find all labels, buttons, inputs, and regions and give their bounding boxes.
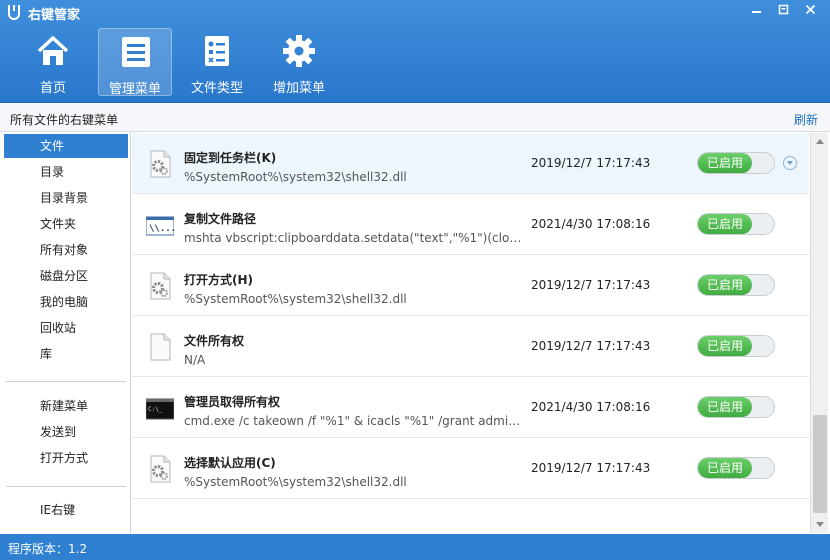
cmd-icon: C:\_	[146, 398, 174, 420]
home-icon	[37, 36, 69, 65]
gear-icon	[283, 35, 315, 67]
entry-command: mshta vbscript:clipboarddata.setdata("te…	[184, 231, 524, 245]
entry-command: cmd.exe /c takeown /f "%1" & icacls "%1"…	[184, 414, 524, 428]
dll-gear-icon	[150, 150, 171, 178]
enable-toggle[interactable]: 已启用	[697, 335, 775, 357]
sidebar: 文件 目录 目录背景 文件夹 所有对象 磁盘分区 我的电脑 回收站 库 新建菜单…	[0, 132, 131, 534]
sidebar-item-directory-background[interactable]: 目录背景	[4, 186, 128, 210]
nav-file-types-label: 文件类型	[190, 81, 243, 96]
entry-name: 文件所有权	[184, 334, 245, 348]
sidebar-item-all-objects[interactable]: 所有对象	[4, 238, 128, 262]
sidebar-item-open-with[interactable]: 打开方式	[4, 446, 128, 470]
dll-gear-icon	[150, 455, 171, 483]
sidebar-divider	[6, 486, 126, 487]
sidebar-item-my-computer[interactable]: 我的电脑	[4, 290, 128, 314]
main-nav: 首页 管理菜单 文件类型 增加菜单	[16, 28, 336, 97]
section-header: 所有文件的右键菜单 刷新	[0, 104, 830, 132]
sidebar-item-library[interactable]: 库	[4, 342, 128, 366]
toggle-status-label: 已启用	[698, 336, 752, 356]
enable-toggle[interactable]: 已启用	[697, 213, 775, 235]
sidebar-item-file[interactable]: 文件	[4, 134, 128, 158]
entry-date: 2019/12/7 17:17:43	[531, 339, 651, 353]
nav-add-menu-label: 增加菜单	[272, 81, 325, 96]
list-item[interactable]: 打开方式(H) %SystemRoot%\system32\shell32.dl…	[132, 255, 809, 316]
entry-date: 2019/12/7 17:17:43	[531, 278, 651, 292]
restore-icon	[778, 4, 789, 15]
restore-button[interactable]	[770, 1, 797, 21]
entry-date: 2021/4/30 17:08:16	[531, 217, 651, 231]
nav-add-menu[interactable]: 增加菜单	[262, 28, 336, 96]
app-logo-icon	[8, 5, 20, 20]
minimize-icon	[752, 11, 761, 13]
version-text: 程序版本：1.2	[8, 542, 88, 556]
entry-date: 2019/12/7 17:17:43	[531, 461, 651, 475]
toggle-status-label: 已启用	[698, 458, 752, 478]
entry-name: 固定到任务栏(K)	[184, 151, 277, 165]
entry-name: 选择默认应用(C)	[184, 456, 276, 470]
sidebar-divider	[6, 381, 126, 382]
sidebar-item-recycle-bin[interactable]: 回收站	[4, 316, 128, 340]
script-icon: \\...	[146, 216, 174, 236]
list-scrollbar[interactable]	[810, 133, 828, 533]
close-button[interactable]	[797, 1, 824, 21]
enable-toggle[interactable]: 已启用	[697, 457, 775, 479]
menu-entry-list: 固定到任务栏(K) %SystemRoot%\system32\shell32.…	[132, 133, 809, 533]
file-type-icon	[205, 36, 229, 66]
list-item[interactable]: \\... 复制文件路径 mshta vbscript:clipboarddat…	[132, 194, 809, 255]
svg-text:\\...: \\...	[149, 224, 174, 234]
svg-text:C:\_: C:\_	[148, 406, 163, 413]
list-item[interactable]: C:\_ 管理员取得所有权 cmd.exe /c takeown /f "%1"…	[132, 377, 809, 438]
sidebar-item-directory[interactable]: 目录	[4, 160, 128, 184]
list-item[interactable]: 固定到任务栏(K) %SystemRoot%\system32\shell32.…	[132, 133, 809, 194]
title-bar: 右键管家	[0, 0, 830, 24]
close-icon	[805, 4, 816, 15]
toggle-status-label: 已启用	[698, 153, 752, 173]
nav-manage-menu-label: 管理菜单	[108, 82, 161, 97]
scroll-thumb[interactable]	[813, 415, 827, 513]
menu-list-icon	[122, 37, 150, 67]
status-bar: 程序版本：1.2	[0, 534, 830, 560]
entry-command: %SystemRoot%\system32\shell32.dll	[184, 170, 407, 184]
entry-name: 复制文件路径	[184, 212, 257, 226]
scroll-up-icon[interactable]	[816, 139, 824, 144]
entry-date: 2021/4/30 17:08:16	[531, 400, 651, 414]
refresh-button[interactable]: 刷新	[794, 111, 818, 128]
entry-name: 打开方式(H)	[184, 273, 254, 287]
enable-toggle[interactable]: 已启用	[697, 396, 775, 418]
expand-icon[interactable]	[783, 156, 797, 170]
list-item[interactable]: 文件所有权 N/A 2019/12/7 17:17:43 已启用	[132, 316, 809, 377]
nav-home[interactable]: 首页	[16, 28, 90, 96]
entry-name: 管理员取得所有权	[184, 395, 281, 409]
nav-file-types[interactable]: 文件类型	[180, 28, 254, 96]
sidebar-item-send-to[interactable]: 发送到	[4, 420, 128, 444]
blank-file-icon	[150, 333, 171, 361]
section-title: 所有文件的右键菜单	[10, 113, 119, 127]
nav-home-label: 首页	[39, 81, 66, 96]
sidebar-item-ie-context[interactable]: IE右键	[4, 498, 128, 522]
nav-manage-menu[interactable]: 管理菜单	[98, 28, 172, 97]
entry-command: %SystemRoot%\system32\shell32.dll	[184, 475, 407, 489]
entry-command: %SystemRoot%\system32\shell32.dll	[184, 292, 407, 306]
dll-gear-icon	[150, 272, 171, 300]
enable-toggle[interactable]: 已启用	[697, 274, 775, 296]
sidebar-item-drive[interactable]: 磁盘分区	[4, 264, 128, 288]
window-controls	[743, 1, 824, 21]
enable-toggle[interactable]: 已启用	[697, 152, 775, 174]
app-title: 右键管家	[28, 8, 81, 23]
toggle-status-label: 已启用	[698, 275, 752, 295]
entry-date: 2019/12/7 17:17:43	[531, 156, 651, 170]
list-item[interactable]: 选择默认应用(C) %SystemRoot%\system32\shell32.…	[132, 438, 809, 499]
minimize-button[interactable]	[743, 1, 770, 21]
entry-command: N/A	[184, 353, 206, 367]
sidebar-item-folder[interactable]: 文件夹	[4, 212, 128, 236]
toggle-status-label: 已启用	[698, 397, 752, 417]
sidebar-item-new-menu[interactable]: 新建菜单	[4, 394, 128, 418]
scroll-down-icon[interactable]	[816, 522, 824, 527]
toggle-status-label: 已启用	[698, 214, 752, 234]
app-header: 右键管家 首页 管理菜单 文件类型 增加菜单	[0, 0, 830, 103]
